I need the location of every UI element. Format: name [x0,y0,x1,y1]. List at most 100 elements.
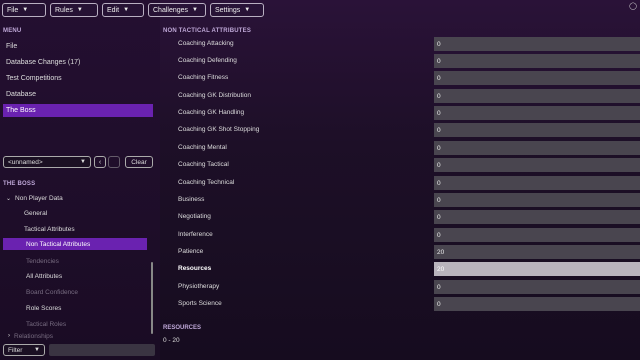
top-menu-bar: File ▼ Rules ▼ Edit ▼ Challenges ▼ Settings ▼ [2,3,264,17]
attribute-value-field[interactable]: 0 [434,89,640,103]
attribute-value-field[interactable]: 0 [434,176,640,190]
menu-item-database-changes[interactable]: Database Changes (17) [3,56,153,69]
attribute-value-field[interactable]: 0 [434,210,640,224]
chevron-down-icon: ▼ [80,159,86,165]
tree-root-label: Non Player Data [15,194,63,202]
attribute-label: Sports Science [178,300,222,307]
attributes-heading: NON TACTICAL ATTRIBUTES [163,28,252,34]
attribute-value-field[interactable]: 0 [434,123,640,137]
chevron-down-icon: ▼ [123,7,130,13]
attribute-value-field[interactable]: 20 [434,245,640,259]
view-dropdown[interactable]: <unnamed> ▼ [3,156,91,168]
attribute-row: Sports Science 0 [176,297,640,312]
attribute-row: Physiotherapy 0 [176,280,640,295]
attribute-value-field[interactable]: 0 [434,297,640,311]
menu-file-label: File [7,6,19,14]
attribute-value-field[interactable]: 0 [434,280,640,294]
attribute-row: Coaching Tactical 0 [176,158,640,173]
chevron-down-icon: ▼ [244,7,251,13]
next-button[interactable] [108,156,120,168]
menu-item-the-boss[interactable]: The Boss [3,104,153,117]
menu-item-test-competitions[interactable]: Test Competitions [3,72,153,85]
previous-button[interactable]: ‹ [94,156,106,168]
attribute-label: Business [178,196,205,203]
attribute-row: Business 0 [176,193,640,208]
attribute-label: Physiotherapy [178,283,220,290]
menu-edit[interactable]: Edit ▼ [102,3,144,17]
attribute-label: Coaching GK Shot Stopping [178,126,260,133]
menu-item-database[interactable]: Database [3,88,153,101]
attribute-label: Patience [178,248,204,255]
attribute-value-field[interactable]: 0 [434,141,640,155]
tree-scrollbar[interactable] [151,262,153,334]
tree-item-tactical-roles[interactable]: Tactical Roles [26,318,146,330]
chevron-down-icon: ▼ [192,7,198,13]
tree-item-general[interactable]: General [24,207,144,219]
view-dropdown-value: <unnamed> [8,158,43,166]
clear-button[interactable]: Clear [125,156,153,168]
menu-rules-label: Rules [55,6,73,14]
attribute-row: Negotiating 0 [176,210,640,225]
attribute-label: Interference [178,231,213,238]
chevron-down-icon: ▼ [76,7,83,13]
attribute-row: Resources 20 [176,262,640,277]
attribute-label: Coaching Defending [178,57,237,64]
attribute-value-field[interactable]: 0 [434,37,640,51]
tree-item-board-confidence[interactable]: Board Confidence [26,286,146,298]
filter-label: Filter [8,346,23,354]
attribute-label: Negotiating [178,213,211,220]
attribute-label: Coaching Mental [178,144,227,151]
attribute-value-field[interactable]: 0 [434,71,640,85]
menu-rules[interactable]: Rules ▼ [50,3,98,17]
attribute-label: Coaching Attacking [178,40,234,47]
tree-heading: THE BOSS [3,181,36,187]
chevron-down-icon: ▼ [22,7,29,13]
menu-settings-label: Settings [215,6,241,14]
resources-range: 0 - 20 [163,337,180,344]
attribute-row: Coaching Technical 0 [176,176,640,191]
tree-item-all-attributes[interactable]: All Attributes [26,270,146,282]
chevron-right-icon: › [8,333,10,339]
menu-heading: MENU [3,28,22,34]
tree-item-role-scores[interactable]: Role Scores [26,302,146,314]
tree-item-relationships-label: Relationships [14,332,54,340]
attribute-row: Coaching Attacking 0 [176,37,640,52]
attribute-row: Coaching Defending 0 [176,54,640,69]
attribute-row: Coaching GK Shot Stopping 0 [176,123,640,138]
chevron-down-icon: ⌄ [6,195,12,202]
attribute-value-field[interactable]: 0 [434,106,640,120]
tree-item-non-tactical-attributes[interactable]: Non Tactical Attributes [3,238,147,250]
filter-input[interactable] [49,344,155,356]
attribute-value-field[interactable]: 0 [434,193,640,207]
attribute-value-field[interactable]: 0 [434,158,640,172]
resources-heading: RESOURCES [163,325,202,331]
attribute-label: Coaching Technical [178,179,235,186]
attribute-label: Coaching Tactical [178,161,229,168]
attribute-row: Coaching Mental 0 [176,141,640,156]
attribute-value-field[interactable]: 0 [434,228,640,242]
tree-item-tactical-attributes[interactable]: Tactical Attributes [24,223,144,235]
menu-edit-label: Edit [107,6,120,14]
filter-dropdown[interactable]: Filter ▼ [3,344,45,356]
attribute-row: Patience 20 [176,245,640,260]
attribute-label: Coaching Fitness [178,74,229,81]
chevron-left-icon: ‹ [98,158,102,166]
menu-settings[interactable]: Settings ▼ [210,3,264,17]
attribute-label: Coaching GK Distribution [178,92,251,99]
attribute-value-field[interactable]: 0 [434,54,640,68]
menu-file[interactable]: File ▼ [2,3,46,17]
close-icon[interactable]: ◯ [629,2,637,10]
tree-item-tendencies[interactable]: Tendencies [26,255,146,267]
attribute-row: Coaching GK Handling 0 [176,106,640,121]
attribute-row: Coaching Fitness 0 [176,71,640,86]
chevron-down-icon: ▼ [34,347,40,353]
menu-item-file[interactable]: File [3,40,153,53]
menu-challenges-label: Challenges [153,6,189,14]
attribute-label: Coaching GK Handling [178,109,245,116]
tree-root-non-player-data[interactable]: ⌄ Non Player Data [6,192,126,204]
tree-item-relationships[interactable]: › Relationships [8,332,128,340]
attribute-row: Coaching GK Distribution 0 [176,89,640,104]
menu-challenges[interactable]: Challenges ▼ [148,3,206,17]
attribute-value-field[interactable]: 20 [434,262,640,276]
attribute-label: Resources [178,265,212,272]
